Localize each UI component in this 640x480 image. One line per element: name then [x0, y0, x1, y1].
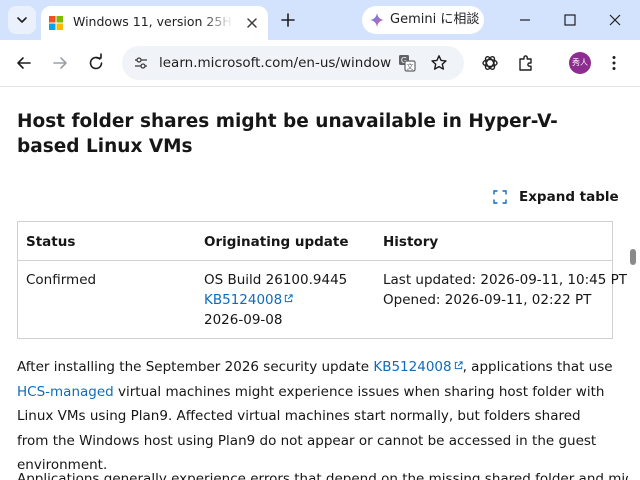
- kb-link-text: KB5124008: [204, 292, 283, 308]
- kb-link-inline-text: KB5124008: [373, 359, 452, 375]
- opened-date: Opened: 2026-09-11, 02:22 PT: [383, 292, 592, 308]
- puzzle-icon[interactable]: [516, 53, 536, 73]
- column-header-originating-update: Originating update: [204, 234, 349, 250]
- gemini-label: Gemini に相談: [390, 12, 480, 27]
- kebab-menu-icon[interactable]: [604, 53, 624, 73]
- translate-icon[interactable]: G 文: [398, 54, 416, 72]
- minimize-icon[interactable]: [515, 10, 535, 30]
- arrow-left-icon[interactable]: [14, 53, 34, 73]
- window-close-icon[interactable]: [605, 10, 625, 30]
- para-text: , applications that use: [462, 359, 613, 375]
- openai-icon[interactable]: [480, 53, 500, 73]
- microsoft-logo-icon: [49, 16, 63, 30]
- hcs-link[interactable]: HCS-managed: [17, 384, 114, 400]
- reload-icon[interactable]: [86, 53, 106, 73]
- page-scrollbar[interactable]: [628, 87, 640, 480]
- profile-avatar[interactable]: 秀人: [569, 52, 591, 74]
- external-link-icon: [285, 294, 293, 303]
- gemini-button[interactable]: Gemini に相談: [362, 6, 484, 34]
- column-header-history: History: [383, 234, 439, 250]
- expand-table-button[interactable]: Expand table: [493, 187, 619, 207]
- tune-icon[interactable]: [133, 55, 149, 71]
- originating-update-cell: OS Build 26100.9445 KB5124008 2026-09-08: [204, 270, 347, 330]
- gemini-sparkle-icon: [370, 13, 384, 27]
- table-header-row: Status Originating update History: [18, 222, 612, 261]
- history-cell: Last updated: 2026-09-11, 10:45 PT Opene…: [383, 270, 627, 310]
- update-date: 2026-09-08: [204, 312, 283, 328]
- expand-icon: [493, 190, 507, 204]
- status-value: Confirmed: [26, 272, 97, 288]
- tab-title: Windows 11, version 25H2 known issues: [73, 14, 233, 29]
- maximize-icon[interactable]: [560, 10, 580, 30]
- expand-table-label: Expand table: [519, 189, 619, 205]
- issue-description: After installing the September 2026 secu…: [17, 355, 615, 478]
- address-bar[interactable]: learn.microsoft.com/en-us/windows/releas…: [122, 46, 464, 80]
- para-text: After installing the September 2026 secu…: [17, 359, 374, 375]
- arrow-right-icon[interactable]: [50, 53, 70, 73]
- last-updated: Last updated: 2026-09-11, 10:45 PT: [383, 272, 628, 288]
- kb-link[interactable]: KB5124008: [204, 292, 293, 308]
- close-icon[interactable]: [244, 15, 260, 31]
- star-icon[interactable]: [430, 54, 448, 72]
- kb-link-inline[interactable]: KB5124008: [373, 359, 463, 375]
- issue-table: Status Originating update History Confir…: [17, 221, 627, 339]
- tab-search-button[interactable]: [8, 6, 36, 34]
- os-build: OS Build 26100.9445: [204, 272, 348, 288]
- page-content: Host folder shares might be unavailable …: [0, 87, 628, 480]
- browser-toolbar: learn.microsoft.com/en-us/windows/releas…: [0, 40, 640, 87]
- issue-heading: Host folder shares might be unavailable …: [17, 111, 558, 157]
- active-tab[interactable]: Windows 11, version 25H2 known issues: [41, 6, 268, 40]
- external-link-icon: [454, 361, 463, 370]
- column-header-status: Status: [26, 234, 76, 250]
- url-text[interactable]: learn.microsoft.com/en-us/windows/releas…: [159, 54, 391, 72]
- tab-strip: Windows 11, version 25H2 known issues Ge…: [0, 0, 640, 40]
- plus-icon[interactable]: [278, 10, 298, 30]
- scrollbar-thumb[interactable]: [630, 249, 636, 265]
- chevron-down-icon: [17, 17, 27, 23]
- svg-text:文: 文: [407, 62, 414, 71]
- issue-description-continued: Applications generally experience errors…: [17, 471, 628, 480]
